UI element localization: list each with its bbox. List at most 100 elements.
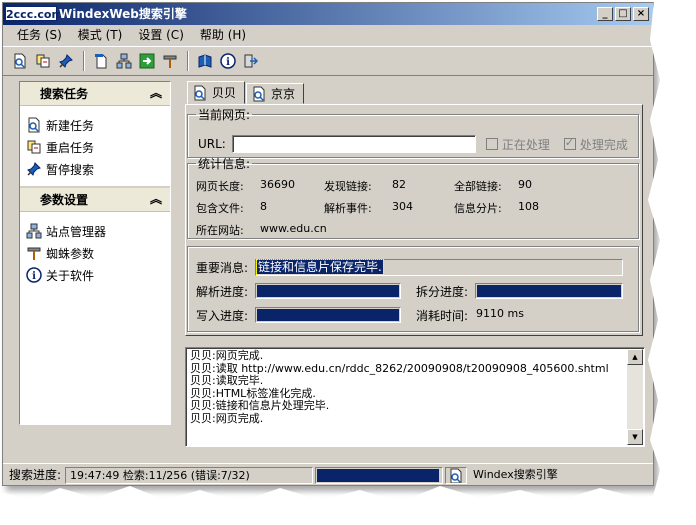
parse-progress-bar <box>255 283 401 299</box>
collapse-chevron-icon[interactable]: ︽ <box>150 192 162 206</box>
toolbar-book-button[interactable] <box>194 50 216 72</box>
status-icon-cell <box>445 467 467 484</box>
scroll-up-arrow-icon[interactable]: ▲ <box>627 349 643 365</box>
toolbar: i <box>3 46 653 76</box>
menu-settings[interactable]: 设置 (C) <box>130 25 192 45</box>
tab-jingjing-label: 京京 <box>271 87 296 101</box>
params-section-header[interactable]: 参数设置 ︽ <box>20 188 170 212</box>
processing-checkbox[interactable]: 正在处理 <box>485 136 550 153</box>
svg-text:i: i <box>226 57 230 68</box>
status-app-name: Windex搜索引擎 <box>473 468 558 481</box>
toolbar-pause-button[interactable] <box>55 50 77 72</box>
all-links-value: 90 <box>518 178 532 191</box>
status-progress-fill <box>317 469 439 482</box>
toolbar-sites-button[interactable] <box>113 50 135 72</box>
param-spider[interactable]: 蜘蛛参数 <box>20 242 170 264</box>
param-site-manager-label: 站点管理器 <box>46 224 107 239</box>
pushpin-icon <box>59 54 73 68</box>
book-icon <box>198 54 212 68</box>
include-files-label: 包含文件: <box>196 202 244 215</box>
important-message-box: 链接和信息片保存完毕. <box>255 259 623 276</box>
done-checkbox[interactable]: 处理完成 <box>563 136 628 153</box>
log-line: 贝贝:网页完成. <box>190 349 264 362</box>
status-bar: 搜索进度: 19:47:49 检索:11/256 (错误:7/32) Winde… <box>3 463 653 485</box>
all-links-label: 全部链接: <box>454 180 502 193</box>
statistics-legend: 统计信息: <box>198 157 251 171</box>
close-button[interactable]: × <box>633 7 649 21</box>
scroll-down-arrow-icon[interactable]: ▼ <box>627 429 643 445</box>
page-search-icon <box>253 86 265 101</box>
write-progress-fill <box>257 309 399 321</box>
split-progress-label: 拆分进度: <box>416 285 469 299</box>
param-site-manager[interactable]: 站点管理器 <box>20 220 170 242</box>
site-value: www.edu.cn <box>260 222 327 235</box>
task-new[interactable]: 新建任务 <box>20 114 170 136</box>
parse-events-label: 解析事件: <box>324 202 372 215</box>
tab-beibei[interactable]: 贝贝 <box>187 81 246 104</box>
window-title: WindexWeb搜索引擎 <box>59 7 187 21</box>
task-restart-label: 重启任务 <box>46 140 95 155</box>
task-restart[interactable]: 重启任务 <box>20 136 170 158</box>
page-length-value: 36690 <box>260 178 295 191</box>
important-message-label: 重要消息: <box>196 261 249 275</box>
parse-events-value: 304 <box>392 200 413 213</box>
toolbar-go-button[interactable] <box>136 50 158 72</box>
param-spider-label: 蜘蛛参数 <box>46 246 95 261</box>
collapse-chevron-icon[interactable]: ︽ <box>150 86 162 100</box>
title-bar[interactable]: 2ccc.com WindexWeb搜索引擎 _ □ × <box>3 3 653 25</box>
toolbar-doc-button[interactable] <box>90 50 112 72</box>
page-length-label: 网页长度: <box>196 180 244 193</box>
menu-mode[interactable]: 模式 (T) <box>70 25 131 45</box>
toolbar-spider-button[interactable] <box>159 50 181 72</box>
minimize-button[interactable]: _ <box>597 7 613 21</box>
menu-task[interactable]: 任务 (S) <box>9 25 70 45</box>
current-page-group: 当前网页: URL: 正在处理 处理完成 <box>187 106 639 158</box>
spider-tool-icon <box>27 247 41 260</box>
toolbar-exit-button[interactable] <box>240 50 262 72</box>
elapsed-label: 消耗时间: <box>416 309 469 323</box>
tasks-section-title: 搜索任务 <box>40 87 89 101</box>
important-message-text: 链接和信息片保存完毕. <box>256 259 384 275</box>
network-icon <box>26 223 42 239</box>
log-scrollbar[interactable]: ▲ ▼ <box>627 349 643 445</box>
toolbar-new-task-button[interactable] <box>9 50 31 72</box>
split-progress-bar <box>475 283 623 299</box>
status-label: 搜索进度: <box>9 468 62 482</box>
menu-bar: 任务 (S) 模式 (T) 设置 (C) 帮助 (H) <box>3 25 653 45</box>
status-info: 19:47:49 检索:11/256 (错误:7/32) <box>65 467 313 484</box>
done-check-box[interactable] <box>563 136 576 150</box>
info-slices-label: 信息分片: <box>454 202 502 215</box>
url-input[interactable] <box>231 135 476 153</box>
write-progress-label: 写入进度: <box>196 309 249 323</box>
task-pause[interactable]: 暂停搜索 <box>20 158 170 180</box>
statistics-group: 统计信息: 网页长度: 36690 发现链接: 82 全部链接: 90 包含文件… <box>187 155 639 239</box>
toolbar-separator-2 <box>187 51 189 71</box>
info-icon: i <box>220 53 236 69</box>
document-icon <box>95 54 107 69</box>
svg-text:i: i <box>32 271 36 282</box>
include-files-value: 8 <box>260 200 267 213</box>
network-icon <box>116 53 132 69</box>
exit-door-icon <box>244 54 259 68</box>
tab-jingjing[interactable]: 京京 <box>246 83 305 104</box>
processing-check-box[interactable] <box>485 138 498 150</box>
maximize-button[interactable]: □ <box>615 7 631 21</box>
parse-progress-fill <box>257 285 399 297</box>
param-about-label: 关于软件 <box>46 268 95 283</box>
green-arrow-icon <box>139 53 155 69</box>
toolbar-info-button[interactable]: i <box>217 50 239 72</box>
url-label: URL: <box>198 137 226 151</box>
tasks-section-header[interactable]: 搜索任务 ︽ <box>20 82 170 106</box>
split-progress-fill <box>477 285 621 297</box>
parse-progress-label: 解析进度: <box>196 285 249 299</box>
menu-help[interactable]: 帮助 (H) <box>192 25 254 45</box>
spider-tabs: 贝贝 京京 <box>187 81 305 104</box>
elapsed-value: 9110 ms <box>476 307 524 320</box>
params-section-title: 参数设置 <box>40 193 89 207</box>
param-about[interactable]: i 关于软件 <box>20 264 170 286</box>
app-window: 2ccc.com WindexWeb搜索引擎 _ □ × 任务 (S) 模式 (… <box>2 2 654 486</box>
toolbar-restart-button[interactable] <box>32 50 54 72</box>
log-textarea[interactable]: 贝贝:网页完成. 贝贝:读取 http://www.edu.cn/rddc_82… <box>185 347 645 447</box>
tab-beibei-label: 贝贝 <box>212 86 237 100</box>
left-task-panel: 搜索任务 ︽ 新建任务 重启任务 暂停搜索 参数设置 ︽ 站点管理器 蜘蛛参数 … <box>19 81 171 425</box>
